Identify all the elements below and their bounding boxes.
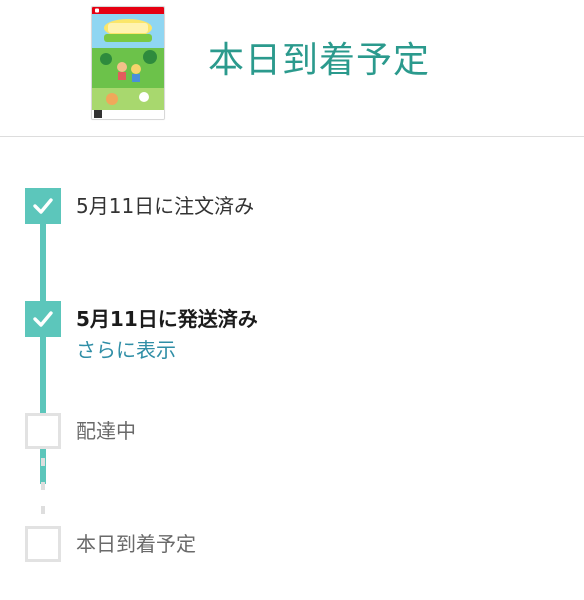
step-arriving-today-checkbox [25,526,61,562]
step-ordered-checkbox [25,188,61,224]
progress-rail-dash [41,482,45,490]
progress-rail-dash [41,458,45,466]
check-icon [33,311,53,327]
step-shipped-label: 5月11日に発送済み [76,307,258,331]
step-shipped-checkbox [25,301,61,337]
show-more-link[interactable]: さらに表示 [76,337,176,363]
product-box-art[interactable] [91,6,165,120]
delivery-timeline: 5月11日に注文済み 5月11日に発送済み さらに表示 配達中 本日到着予定 [0,140,584,600]
step-in-transit-checkbox [25,413,61,449]
progress-rail-dash [41,506,45,514]
delivery-header: 本日到着予定 [0,0,584,137]
delivery-status-title: 本日到着予定 [208,40,431,81]
step-arriving-today-label: 本日到着予定 [76,532,196,556]
game-cover-image [92,7,164,119]
step-ordered-label: 5月11日に注文済み [76,194,255,218]
check-icon [33,198,53,214]
step-in-transit-label: 配達中 [76,419,136,443]
